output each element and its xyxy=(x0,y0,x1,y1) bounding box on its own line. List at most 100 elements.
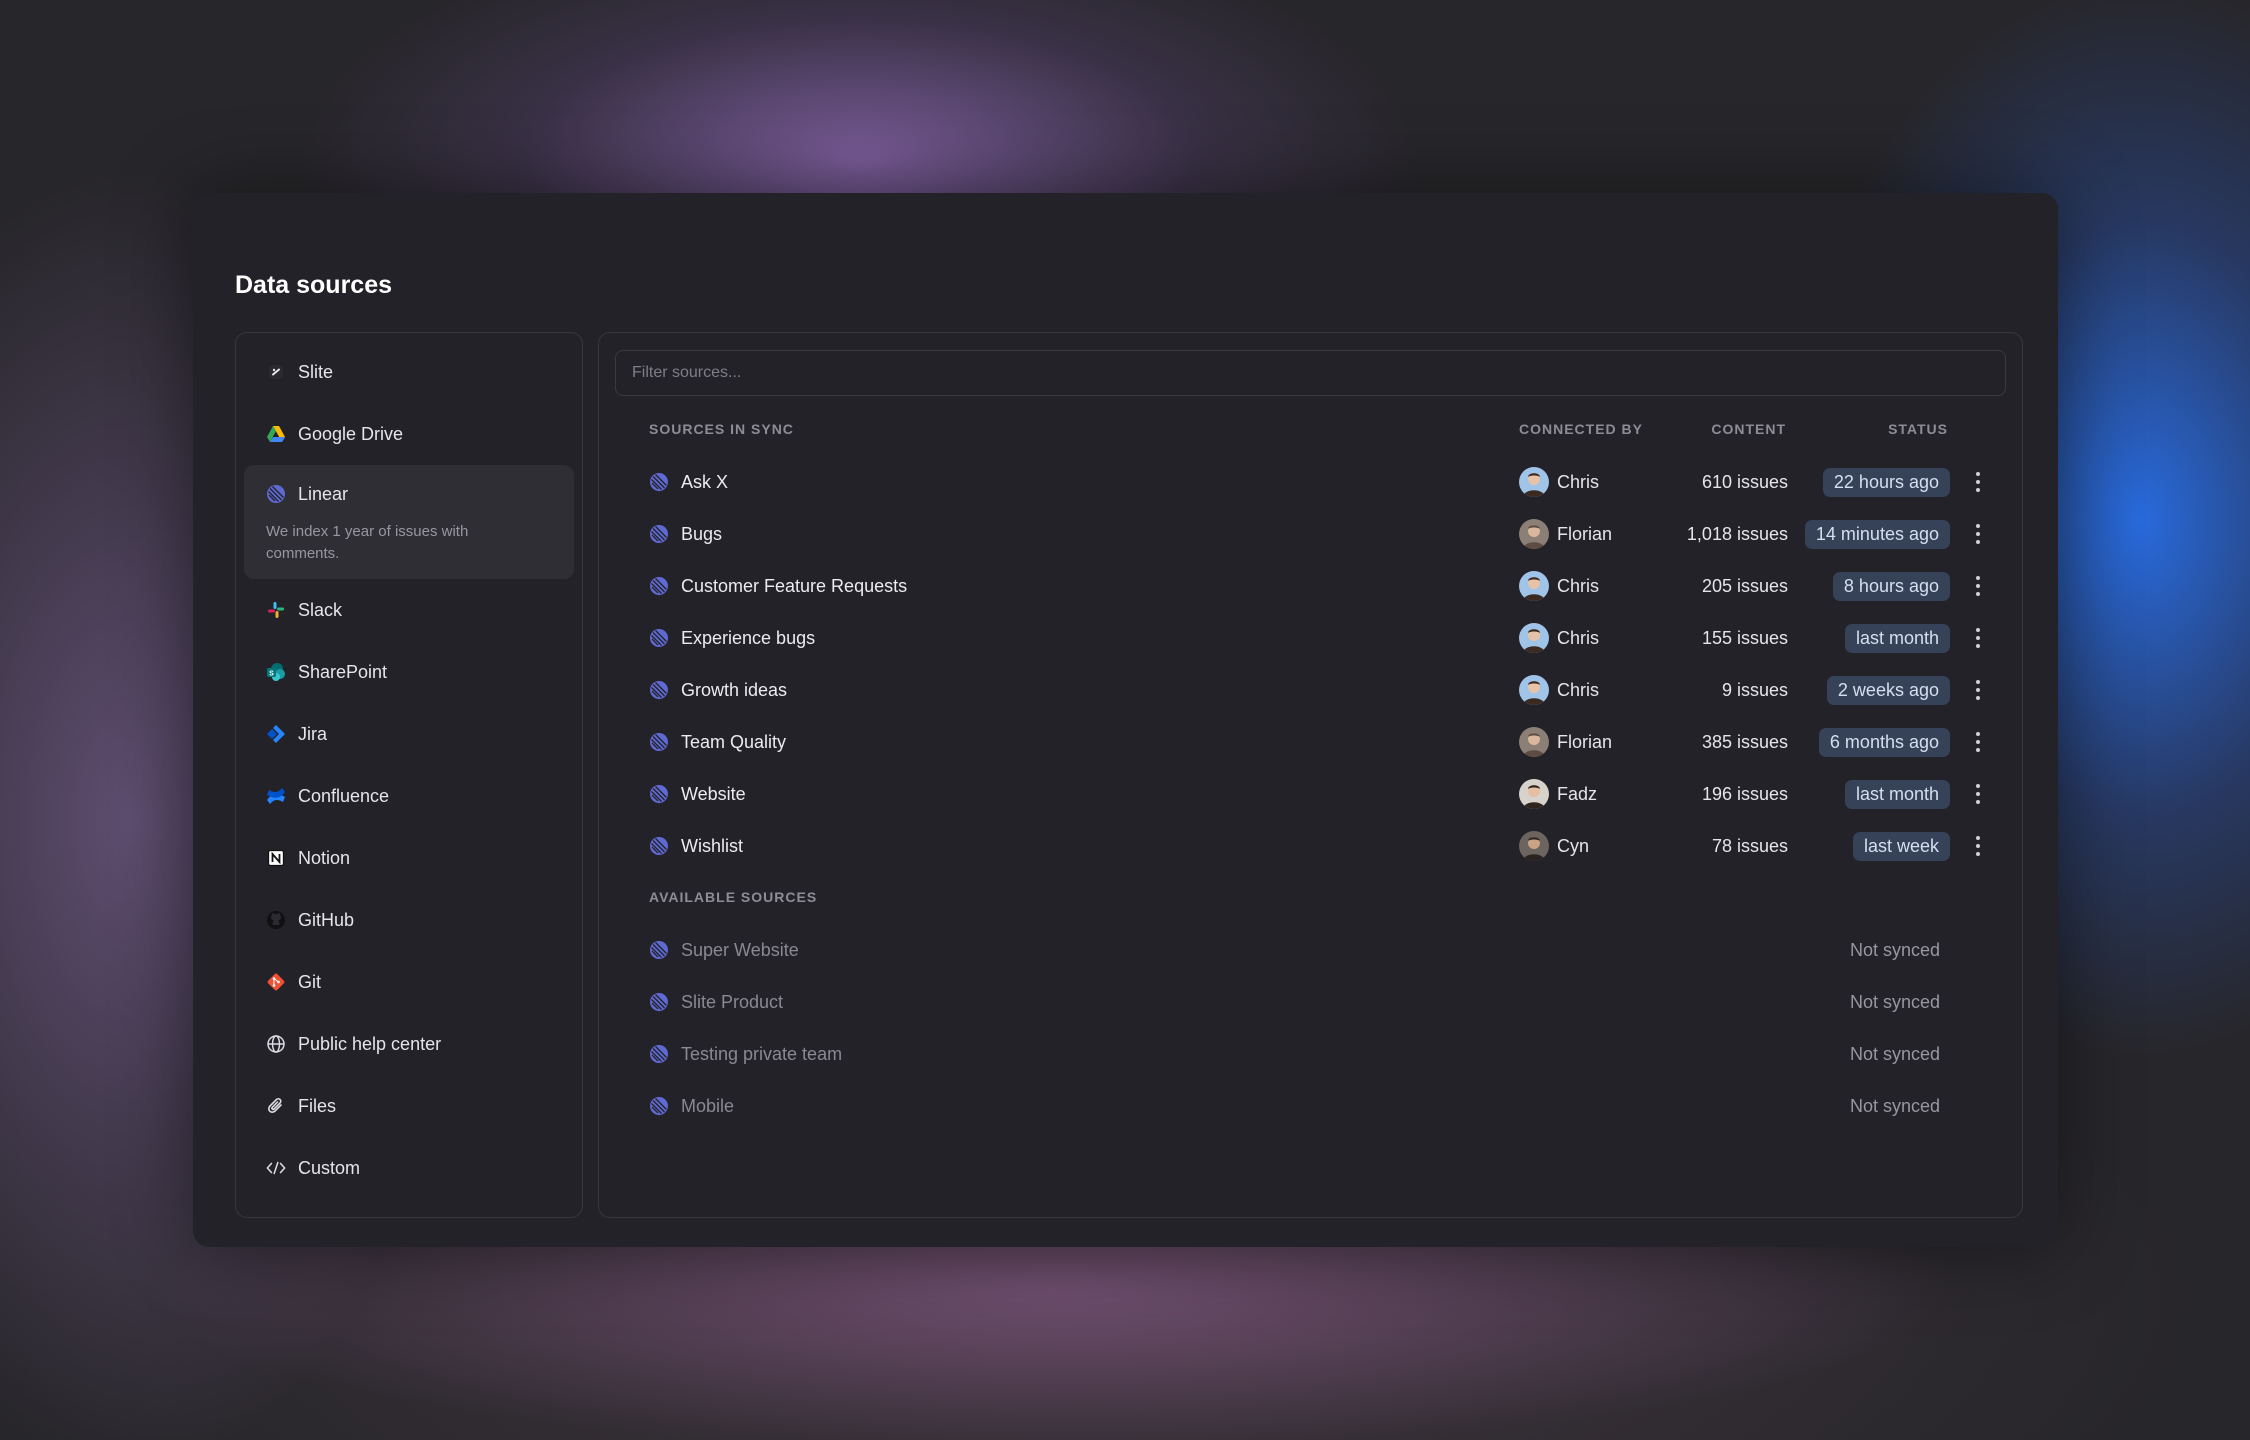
linear-icon xyxy=(650,473,668,491)
sidebar-item-github[interactable]: GitHub xyxy=(244,889,574,951)
sidebar-item-custom[interactable]: Custom xyxy=(244,1137,574,1199)
sidebar-item-slack[interactable]: Slack xyxy=(244,579,574,641)
not-synced-label: Not synced xyxy=(1849,1043,1940,1064)
table-row[interactable]: Team Quality Florian 385 issues 6 months ag… xyxy=(599,716,2024,768)
sidebar-item-description: We index 1 year of issues with comments. xyxy=(266,522,469,562)
avatar xyxy=(1519,831,1549,861)
sidebar-item-git[interactable]: Git xyxy=(244,951,574,1013)
content-count: 9 issues xyxy=(1721,679,1788,700)
google-drive-icon xyxy=(266,424,286,444)
sidebar-item-files[interactable]: Files xyxy=(244,1075,574,1137)
source-name: Customer Feature Requests xyxy=(649,560,907,612)
filter-sources-input[interactable] xyxy=(615,350,2006,396)
sources-table-panel: SOURCES IN SYNC CONNECTED BY CONTENT STA… xyxy=(598,332,2023,1218)
table-row[interactable]: Super Website Not synced xyxy=(599,924,2024,976)
table-row[interactable]: Bugs Florian 1,018 issues 14 minutes ago xyxy=(599,508,2024,560)
content-count: 78 issues xyxy=(1711,835,1788,856)
sidebar-item-label: Custom xyxy=(298,1157,361,1178)
status: 8 hours ago xyxy=(1832,560,1950,612)
table-row[interactable]: Wishlist Cyn 78 issues last week xyxy=(599,820,2024,872)
linear-icon xyxy=(650,681,668,699)
paperclip-icon xyxy=(266,1096,286,1116)
content-count: 155 issues xyxy=(1701,627,1788,648)
sidebar-item-label: Public help center xyxy=(298,1033,442,1054)
table-row[interactable]: Testing private team Not synced xyxy=(599,1028,2024,1080)
connected-by: Florian xyxy=(1519,508,1612,560)
avatar xyxy=(1519,779,1549,809)
table-row[interactable]: Mobile Not synced xyxy=(599,1080,2024,1132)
sidebar-item-jira[interactable]: Jira xyxy=(244,703,574,765)
linear-icon xyxy=(650,733,668,751)
table-row[interactable]: Website Fadz 196 issues last month xyxy=(599,768,2024,820)
confluence-icon xyxy=(266,786,286,806)
content-header: CONTENT xyxy=(1711,421,1786,437)
connected-by-name: Fadz xyxy=(1557,783,1598,804)
sidebar-item-sharepoint[interactable]: S SharePoint xyxy=(244,641,574,703)
table-row[interactable]: Ask X Chris 610 issues 22 hours ago xyxy=(599,456,2024,508)
more-options-icon[interactable] xyxy=(1972,573,1984,599)
source-name: Ask X xyxy=(649,456,728,508)
sidebar-item-label: Confluence xyxy=(298,785,390,806)
status-badge: last week xyxy=(1852,831,1950,861)
source-name: Testing private team xyxy=(649,1028,842,1080)
avatar xyxy=(1519,467,1549,497)
status: Not synced xyxy=(1850,924,1940,976)
source-name: Bugs xyxy=(649,508,722,560)
source-name-label: Bugs xyxy=(681,523,723,544)
connected-by: Chris xyxy=(1519,560,1599,612)
sidebar-item-confluence[interactable]: Confluence xyxy=(244,765,574,827)
sidebar-item-label: Notion xyxy=(298,847,351,868)
not-synced-label: Not synced xyxy=(1849,1095,1940,1116)
status-badge: 2 weeks ago xyxy=(1826,675,1950,705)
connected-by-name: Chris xyxy=(1557,471,1600,492)
table-row[interactable]: Slite Product Not synced xyxy=(599,976,2024,1028)
more-options-icon[interactable] xyxy=(1972,625,1984,651)
status: Not synced xyxy=(1850,1028,1940,1080)
status-header: STATUS xyxy=(1888,421,1948,437)
globe-icon xyxy=(266,1034,286,1054)
status: 14 minutes ago xyxy=(1804,508,1950,560)
source-name: Website xyxy=(649,768,746,820)
linear-icon xyxy=(266,484,286,504)
connected-by-name: Chris xyxy=(1557,679,1600,700)
status-badge: last month xyxy=(1844,779,1950,809)
status: last month xyxy=(1844,612,1950,664)
not-synced-label: Not synced xyxy=(1849,991,1940,1012)
avatar xyxy=(1519,571,1549,601)
more-options-icon[interactable] xyxy=(1972,833,1984,859)
connected-by-name: Chris xyxy=(1557,575,1600,596)
sidebar-item-google-drive[interactable]: Google Drive xyxy=(244,403,574,465)
content-count: 205 issues xyxy=(1701,575,1788,596)
more-options-icon[interactable] xyxy=(1972,729,1984,755)
sidebar-item-public-help-center[interactable]: Public help center xyxy=(244,1013,574,1075)
available-sources-header: AVAILABLE SOURCES xyxy=(649,889,818,905)
notion-icon xyxy=(266,848,286,868)
source-name-label: Experience bugs xyxy=(681,627,816,648)
sidebar-item-label: Google Drive xyxy=(298,423,404,444)
sidebar-item-label: Linear xyxy=(298,483,349,504)
more-options-icon[interactable] xyxy=(1972,469,1984,495)
linear-icon xyxy=(650,785,668,803)
content-count: 196 issues xyxy=(1701,783,1788,804)
table-row[interactable]: Experience bugs Chris 155 issues last month xyxy=(599,612,2024,664)
connected-by-header: CONNECTED BY xyxy=(1519,421,1644,437)
slite-icon xyxy=(266,362,286,382)
source-name-label: Team Quality xyxy=(681,731,787,752)
svg-text:S: S xyxy=(269,671,274,678)
status: 22 hours ago xyxy=(1822,456,1950,508)
more-options-icon[interactable] xyxy=(1972,521,1984,547)
sidebar-item-notion[interactable]: Notion xyxy=(244,827,574,889)
sidebar-item-linear[interactable]: Linear We index 1 year of issues with co… xyxy=(244,465,574,579)
source-name-label: Ask X xyxy=(681,471,729,492)
source-name-label: Wishlist xyxy=(681,835,743,856)
status: Not synced xyxy=(1850,1080,1940,1132)
connected-by-name: Cyn xyxy=(1557,835,1590,856)
more-options-icon[interactable] xyxy=(1972,677,1984,703)
status-badge: last month xyxy=(1844,623,1950,653)
table-row[interactable]: Customer Feature Requests Chris 205 issues… xyxy=(599,560,2024,612)
github-icon xyxy=(266,910,286,930)
table-row[interactable]: Growth ideas Chris 9 issues 2 weeks ago xyxy=(599,664,2024,716)
more-options-icon[interactable] xyxy=(1972,781,1984,807)
content-count: 1,018 issues xyxy=(1686,523,1788,544)
sidebar-item-slite[interactable]: Slite xyxy=(244,341,574,403)
